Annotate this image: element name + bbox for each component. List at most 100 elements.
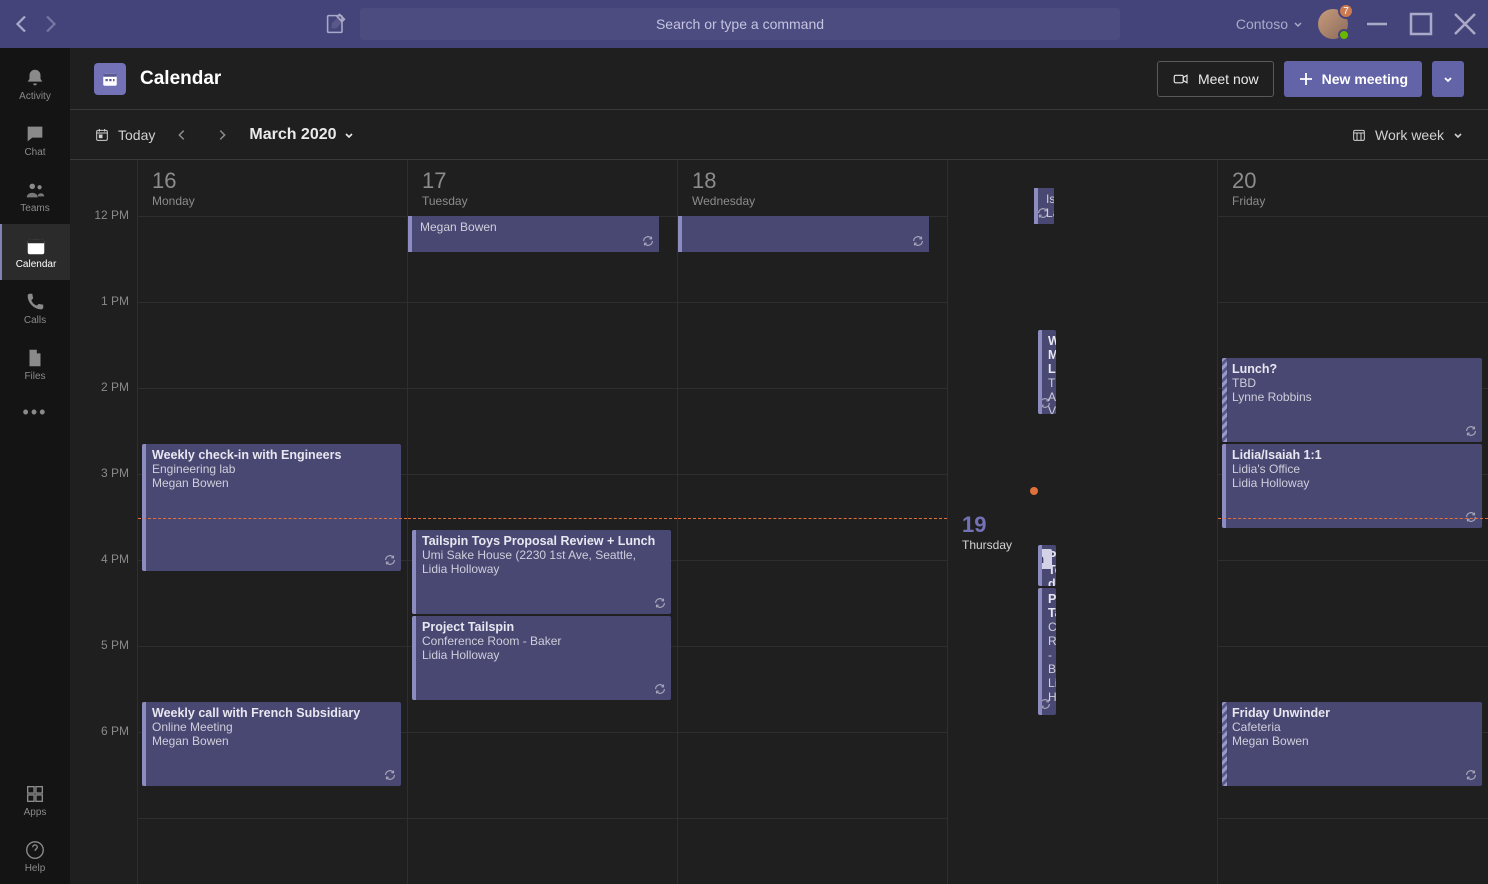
- now-indicator: [678, 518, 947, 519]
- view-picker[interactable]: Work week: [1351, 127, 1464, 143]
- recurring-icon: [383, 768, 397, 782]
- today-icon: [94, 127, 110, 143]
- rail-files[interactable]: Files: [0, 336, 70, 392]
- avatar[interactable]: 7: [1318, 9, 1348, 39]
- more-icon: •••: [23, 402, 48, 423]
- calendar-event[interactable]: Project TailspinConference Room - BakerL…: [1038, 588, 1056, 715]
- day-name: Wednesday: [692, 194, 933, 208]
- day-name: Tuesday: [422, 194, 663, 208]
- next-button[interactable]: [209, 122, 235, 148]
- calendar-event[interactable]: Isaiah Langer: [1034, 188, 1054, 224]
- now-indicator: [138, 518, 407, 519]
- rail-calls[interactable]: Calls: [0, 280, 70, 336]
- maximize-button[interactable]: [1406, 9, 1436, 39]
- search-input[interactable]: Search or type a command: [360, 8, 1120, 40]
- time-label: 3 PM: [70, 466, 137, 552]
- new-note-icon[interactable]: [324, 12, 348, 36]
- video-icon: [1172, 70, 1190, 88]
- calendar-event[interactable]: Weekly call with French SubsidiaryOnline…: [142, 702, 401, 786]
- event-location: Cafeteria: [1232, 720, 1474, 734]
- app-rail: Activity Chat Teams Calendar Calls Files…: [0, 48, 70, 884]
- event-title: Friday Unwinder: [1232, 706, 1474, 720]
- rail-chat[interactable]: Chat: [0, 112, 70, 168]
- event-location: Lidia's Office: [1232, 462, 1474, 476]
- button-label: New meeting: [1322, 71, 1408, 87]
- day-header[interactable]: 16Monday: [138, 160, 407, 216]
- event-organizer: Megan Bowen: [420, 220, 651, 234]
- new-meeting-button[interactable]: New meeting: [1284, 61, 1422, 97]
- day-body[interactable]: Lunch?TBDLynne RobbinsLidia/Isaiah 1:1Li…: [1218, 216, 1488, 884]
- day-header[interactable]: 20Friday: [1218, 160, 1488, 216]
- rail-teams[interactable]: Teams: [0, 168, 70, 224]
- day-body[interactable]: Weekly check-in with EngineersEngineerin…: [138, 216, 407, 884]
- calendar-event[interactable]: Tailspin Toys Proposal Review + LunchUmi…: [412, 530, 671, 614]
- day-header[interactable]: 18Wednesday: [678, 160, 947, 216]
- meet-now-button[interactable]: Meet now: [1157, 61, 1274, 97]
- event-title: Lidia/Isaiah 1:1: [1232, 448, 1474, 462]
- event-organizer: Lynne Robbins: [1232, 390, 1474, 404]
- recurring-icon: [641, 234, 655, 248]
- rail-label: Chat: [24, 147, 45, 158]
- day-column: 19Thursday Isaiah Langer Weekly Marketing …: [948, 160, 1218, 884]
- rail-help[interactable]: Help: [0, 828, 70, 884]
- join-button[interactable]: Join: [1038, 549, 1052, 569]
- event-title: Weekly call with French Subsidiary: [152, 706, 393, 720]
- back-button[interactable]: [10, 12, 34, 36]
- calendar-event[interactable]: Project Teams deploymentMegan BowenJoin: [1038, 545, 1056, 586]
- event-organizer: Megan Bowen: [152, 734, 393, 748]
- day-body[interactable]: [678, 216, 947, 884]
- event-organizer: Lidia Holloway: [1232, 476, 1474, 490]
- calendar-event[interactable]: Lunch?TBDLynne Robbins: [1222, 358, 1482, 442]
- recurring-icon: [911, 234, 925, 248]
- now-indicator: [408, 518, 677, 519]
- title-bar: Search or type a command Contoso 7: [0, 0, 1488, 48]
- event-title: Lunch?: [1232, 362, 1474, 376]
- time-label: 2 PM: [70, 380, 137, 466]
- org-switcher[interactable]: Contoso: [1236, 16, 1304, 32]
- calendar-event[interactable]: Weekly Marketing LunchTBDAdele Vance: [1038, 330, 1056, 414]
- minimize-button[interactable]: [1362, 9, 1392, 39]
- calendar-event[interactable]: Lidia/Isaiah 1:1Lidia's OfficeLidia Holl…: [1222, 444, 1482, 528]
- close-button[interactable]: [1450, 9, 1480, 39]
- day-body[interactable]: Megan Bowen Tailspin Toys Proposal Review…: [408, 216, 677, 884]
- calendar-event[interactable]: [678, 216, 929, 252]
- forward-button[interactable]: [38, 12, 62, 36]
- rail-activity[interactable]: Activity: [0, 56, 70, 112]
- day-header[interactable]: 17Tuesday: [408, 160, 677, 216]
- calendar-event[interactable]: Project TailspinConference Room - BakerL…: [412, 616, 671, 700]
- day-column: 17Tuesday Megan Bowen Tailspin Toys Propos…: [408, 160, 678, 884]
- event-title: Project Tailspin: [422, 620, 663, 634]
- day-name: Friday: [1232, 194, 1474, 208]
- days-container: 16Monday Weekly check-in with EngineersEn…: [138, 160, 1488, 884]
- recurring-icon: [1464, 424, 1478, 438]
- today-button[interactable]: Today: [94, 127, 155, 143]
- event-organizer: Lidia Holloway: [422, 648, 663, 662]
- event-location: Umi Sake House (2230 1st Ave, Seattle,: [422, 548, 663, 562]
- chevron-down-icon: [343, 129, 355, 141]
- rail-apps[interactable]: Apps: [0, 772, 70, 828]
- time-label: 5 PM: [70, 638, 137, 724]
- rail-more[interactable]: •••: [0, 392, 70, 432]
- day-name: Thursday: [962, 538, 1012, 552]
- recurring-icon: [1464, 510, 1478, 524]
- button-label: Meet now: [1198, 71, 1259, 87]
- calendar-event[interactable]: Weekly check-in with EngineersEngineerin…: [142, 444, 401, 571]
- month-picker[interactable]: March 2020: [249, 126, 354, 144]
- recurring-icon: [1038, 396, 1052, 410]
- day-number: 16: [152, 168, 393, 194]
- calendar-event[interactable]: Friday UnwinderCafeteriaMegan Bowen: [1222, 702, 1482, 786]
- event-title: Weekly check-in with Engineers: [152, 448, 393, 462]
- day-column: 18Wednesday: [678, 160, 948, 884]
- rail-calendar[interactable]: Calendar: [0, 224, 70, 280]
- page-header: Calendar Meet now New meeting: [70, 48, 1488, 110]
- day-header[interactable]: 19Thursday: [948, 504, 1026, 560]
- rail-label: Calls: [24, 315, 46, 326]
- event-organizer: Megan Bowen: [152, 476, 393, 490]
- calendar-event[interactable]: Megan Bowen: [408, 216, 659, 252]
- prev-button[interactable]: [169, 122, 195, 148]
- new-meeting-chevron[interactable]: [1432, 61, 1464, 97]
- day-name: Monday: [152, 194, 393, 208]
- rail-label: Help: [25, 863, 46, 874]
- day-column: 16Monday Weekly check-in with EngineersEn…: [138, 160, 408, 884]
- recurring-icon: [1464, 768, 1478, 782]
